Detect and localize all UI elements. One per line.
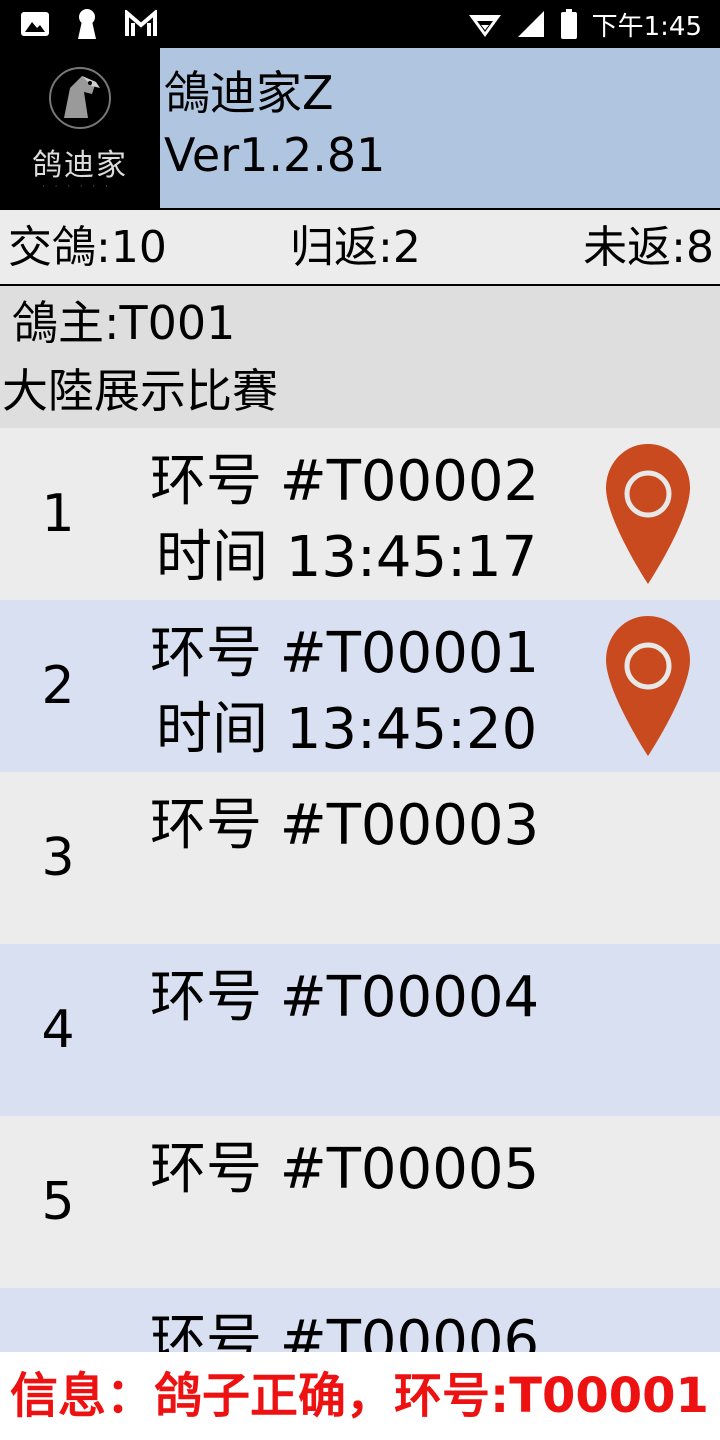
ring-number: 环号 #T00001	[150, 621, 540, 686]
keyhole-icon	[78, 9, 96, 39]
row-index: 2	[41, 656, 75, 716]
app-header: 鸽迪家 ······ 鴿迪家Z Ver1.2.81	[0, 48, 720, 208]
race-name: 大陸展示比賽	[2, 364, 278, 418]
app-version: Ver1.2.81	[164, 128, 386, 182]
sent-count: 交鴿:10	[8, 222, 167, 273]
image-icon	[21, 12, 49, 36]
list-item[interactable]: 环号 #T00006	[0, 1288, 720, 1352]
list-item[interactable]: 3 环号 #T00003	[0, 772, 720, 944]
row-index: 4	[41, 1000, 75, 1060]
owner-label: 鴿主:T001	[12, 296, 236, 350]
app-logo: 鸽迪家 ······	[0, 48, 160, 208]
status-right: 下午1:45	[468, 6, 702, 42]
logo-subtext: ······	[42, 182, 118, 191]
race-info: 鴿主:T001 大陸展示比賽	[0, 286, 720, 428]
ring-number: 环号 #T00005	[150, 1137, 540, 1202]
row-index: 1	[41, 484, 75, 544]
arrival-time: 时间 13:45:20	[156, 697, 538, 762]
ring-number: 环号 #T00004	[150, 965, 540, 1030]
list-item[interactable]: 2 环号 #T00001 时间 13:45:20	[0, 600, 720, 772]
wifi-icon	[468, 15, 501, 37]
logo-text: 鸽迪家	[32, 148, 128, 183]
gmail-icon	[125, 10, 157, 36]
ring-number: 环号 #T00002	[150, 449, 540, 514]
status-left	[20, 8, 158, 40]
pigeon-logo-icon	[49, 67, 111, 129]
signal-icon	[517, 11, 544, 37]
message-bar: 信息：鸽子正确，环号:T00001	[0, 1352, 720, 1440]
pigeon-list[interactable]: 1 环号 #T00002 时间 13:45:17 2 环号 #T00001 时间…	[0, 428, 720, 1352]
battery-icon	[560, 9, 577, 39]
status-message: 信息：鸽子正确，环号:T00001	[10, 1368, 709, 1424]
list-item[interactable]: 5 环号 #T00005	[0, 1116, 720, 1288]
row-index: 5	[41, 1172, 75, 1232]
app-title: 鴿迪家Z	[164, 66, 334, 120]
location-pin-icon[interactable]	[604, 442, 692, 586]
arrival-time: 时间 13:45:17	[156, 525, 538, 590]
returned-count: 归返:2	[290, 222, 421, 273]
status-time: 下午1:45	[591, 11, 702, 42]
counts-bar: 交鴿:10 归返:2 未返:8	[0, 208, 720, 286]
list-item[interactable]: 1 环号 #T00002 时间 13:45:17	[0, 428, 720, 600]
location-pin-icon[interactable]	[604, 614, 692, 758]
row-index: 3	[41, 828, 75, 888]
ring-number: 环号 #T00003	[150, 793, 540, 858]
list-item[interactable]: 4 环号 #T00004	[0, 944, 720, 1116]
status-bar: 下午1:45	[0, 0, 720, 48]
ring-number: 环号 #T00006	[150, 1309, 540, 1353]
missing-count: 未返:8	[583, 222, 714, 273]
